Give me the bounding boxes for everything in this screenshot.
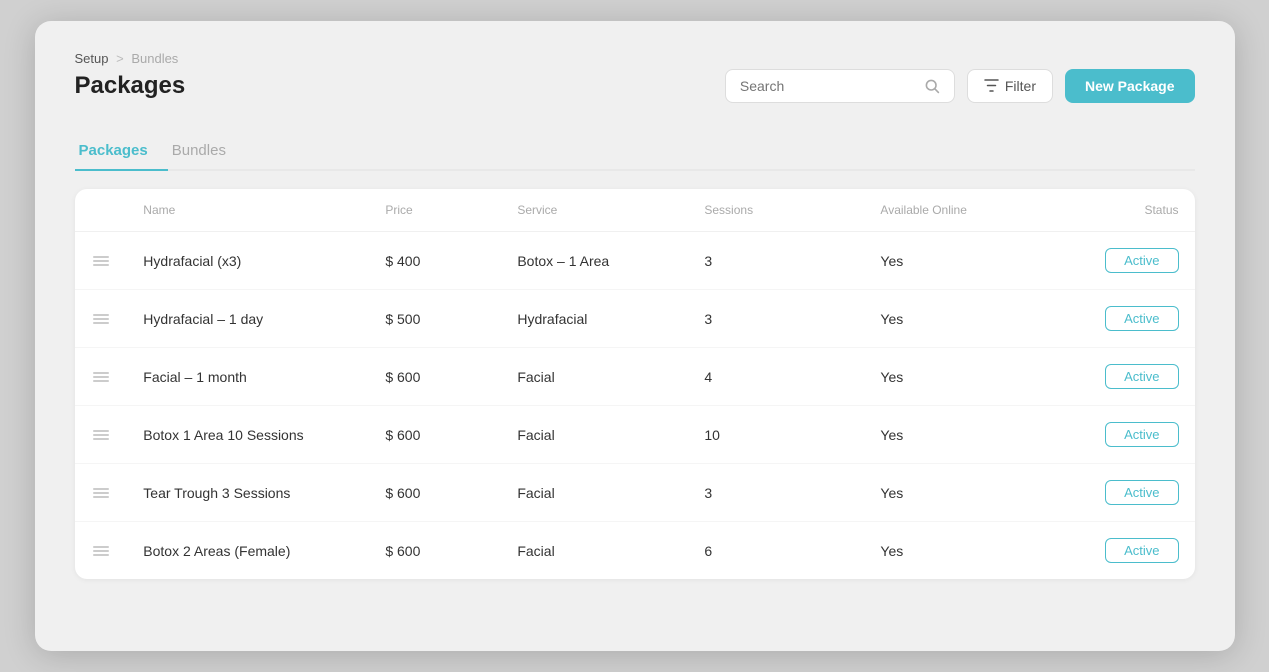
drag-handle[interactable] [75,290,128,348]
row-price: $ 600 [369,406,501,464]
col-header-drag [75,189,128,232]
status-badge[interactable]: Active [1105,422,1178,447]
filter-button-label: Filter [1005,78,1036,94]
row-sessions: 3 [688,232,864,290]
col-header-status: Status [1040,189,1194,232]
row-name: Hydrafacial – 1 day [127,290,369,348]
col-header-sessions: Sessions [688,189,864,232]
breadcrumb-setup: Setup [75,51,109,66]
row-sessions: 6 [688,522,864,580]
row-name: Facial – 1 month [127,348,369,406]
col-header-price: Price [369,189,501,232]
row-price: $ 600 [369,348,501,406]
row-sessions: 3 [688,290,864,348]
search-input[interactable] [740,78,916,94]
table-row: Tear Trough 3 Sessions $ 600 Facial 3 Ye… [75,464,1195,522]
table-row: Facial – 1 month $ 600 Facial 4 Yes Acti… [75,348,1195,406]
row-available-online: Yes [864,232,1040,290]
drag-handle[interactable] [75,522,128,580]
row-service: Botox – 1 Area [501,232,688,290]
row-status: Active [1040,232,1194,290]
row-sessions: 3 [688,464,864,522]
col-header-name: Name [127,189,369,232]
packages-table-container: Name Price Service Sessions Available On… [75,189,1195,579]
row-status: Active [1040,348,1194,406]
tab-bundles[interactable]: Bundles [168,130,246,171]
new-package-button[interactable]: New Package [1065,69,1195,103]
row-service: Facial [501,522,688,580]
drag-handle[interactable] [75,348,128,406]
row-service: Facial [501,464,688,522]
row-name: Botox 2 Areas (Female) [127,522,369,580]
status-badge[interactable]: Active [1105,248,1178,273]
row-status: Active [1040,290,1194,348]
row-price: $ 600 [369,464,501,522]
table-row: Hydrafacial (x3) $ 400 Botox – 1 Area 3 … [75,232,1195,290]
row-status: Active [1040,522,1194,580]
row-available-online: Yes [864,290,1040,348]
row-service: Facial [501,406,688,464]
status-badge[interactable]: Active [1105,538,1178,563]
table-row: Hydrafacial – 1 day $ 500 Hydrafacial 3 … [75,290,1195,348]
tab-packages[interactable]: Packages [75,130,168,171]
row-sessions: 10 [688,406,864,464]
status-badge[interactable]: Active [1105,480,1178,505]
header-row: Setup > Bundles Packages Filter New Pack… [75,51,1195,120]
row-available-online: Yes [864,464,1040,522]
row-name: Botox 1 Area 10 Sessions [127,406,369,464]
drag-handle[interactable] [75,406,128,464]
row-status: Active [1040,464,1194,522]
search-box[interactable] [725,69,955,103]
table-row: Botox 1 Area 10 Sessions $ 600 Facial 10… [75,406,1195,464]
status-badge[interactable]: Active [1105,306,1178,331]
page-title: Packages [75,72,186,100]
row-available-online: Yes [864,406,1040,464]
row-status: Active [1040,406,1194,464]
main-window: Setup > Bundles Packages Filter New Pack… [35,21,1235,651]
breadcrumb: Setup > Bundles [75,51,186,66]
drag-handle[interactable] [75,464,128,522]
table-row: Botox 2 Areas (Female) $ 600 Facial 6 Ye… [75,522,1195,580]
row-available-online: Yes [864,522,1040,580]
row-available-online: Yes [864,348,1040,406]
filter-icon [984,79,999,92]
filter-button[interactable]: Filter [967,69,1053,103]
row-service: Hydrafacial [501,290,688,348]
col-header-service: Service [501,189,688,232]
table-header: Name Price Service Sessions Available On… [75,189,1195,232]
breadcrumb-current: Bundles [131,51,178,66]
row-price: $ 500 [369,290,501,348]
packages-table: Name Price Service Sessions Available On… [75,189,1195,579]
col-header-available-online: Available Online [864,189,1040,232]
actions-area: Filter New Package [725,69,1195,103]
row-service: Facial [501,348,688,406]
row-price: $ 600 [369,522,501,580]
breadcrumb-separator: > [116,51,124,66]
table-body: Hydrafacial (x3) $ 400 Botox – 1 Area 3 … [75,232,1195,580]
status-badge[interactable]: Active [1105,364,1178,389]
tabs-bar: Packages Bundles [75,130,1195,171]
row-name: Hydrafacial (x3) [127,232,369,290]
drag-handle[interactable] [75,232,128,290]
row-price: $ 400 [369,232,501,290]
row-name: Tear Trough 3 Sessions [127,464,369,522]
search-icon [924,78,940,94]
title-area: Setup > Bundles Packages [75,51,186,120]
row-sessions: 4 [688,348,864,406]
